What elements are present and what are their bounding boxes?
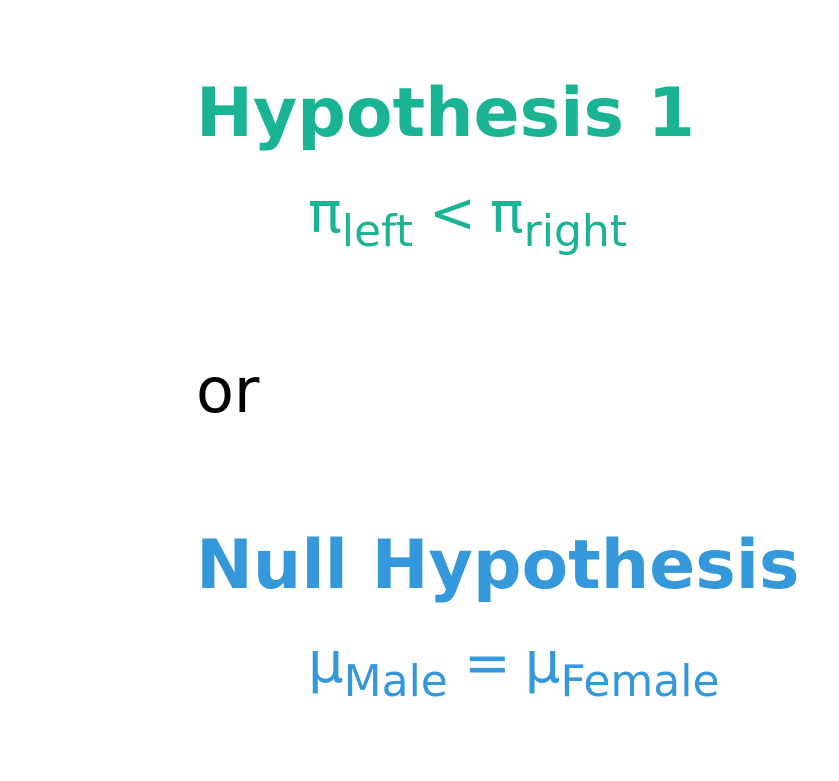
hypothesis-1-lhs-subscript: left [341, 206, 413, 257]
null-hypothesis-operator: = [463, 631, 511, 696]
null-hypothesis-rhs-subscript: Female [560, 656, 720, 707]
or-separator: or [196, 354, 260, 427]
null-hypothesis-expression: μMale = μFemale [308, 636, 720, 704]
hypothesis-1-operator: < [428, 181, 476, 246]
null-hypothesis-lhs-symbol: μ [308, 631, 344, 696]
null-hypothesis-lhs-subscript: Male [343, 656, 448, 707]
null-hypothesis-rhs-symbol: μ [524, 631, 561, 696]
null-hypothesis-title: Null Hypothesis [196, 526, 800, 605]
hypothesis-1-rhs-symbol: π [489, 181, 524, 246]
hypothesis-1-lhs-symbol: π [308, 181, 342, 246]
hypothesis-1-title: Hypothesis 1 [196, 74, 695, 153]
hypothesis-1-expression: πleft < πright [308, 186, 627, 254]
hypothesis-1-rhs-subscript: right [523, 206, 628, 257]
